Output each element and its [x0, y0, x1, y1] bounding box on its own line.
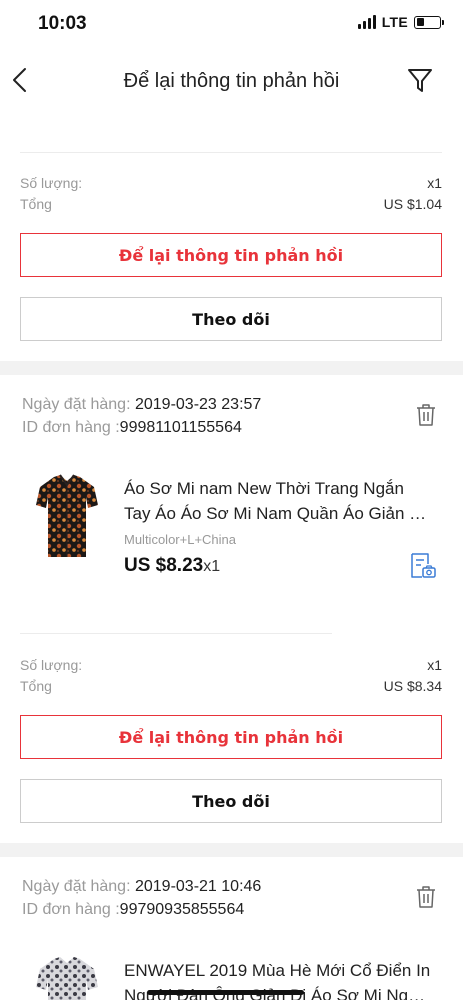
- order-date-value: 2019-03-21 10:46: [134, 878, 262, 895]
- product-price: US $8.23: [124, 555, 204, 576]
- photo-review-icon[interactable]: [409, 552, 437, 580]
- total-label: Tổng: [20, 678, 52, 694]
- quantity-row: Số lượng: x1: [20, 655, 442, 676]
- quantity-label: Số lượng:: [20, 175, 83, 191]
- order-meta: Ngày đặt hàng: 2019-03-21 10:46 ID đơn h…: [22, 875, 261, 921]
- order-date: Ngày đặt hàng: 2019-03-23 23:57: [22, 393, 261, 416]
- order-summary: Số lượng: x1 Tổng US $1.04: [20, 173, 442, 215]
- order-id-label: ID đơn hàng :: [22, 419, 120, 436]
- order-id-value: 99790935855564: [119, 901, 245, 918]
- order-id-label: ID đơn hàng :: [22, 901, 120, 918]
- product-title[interactable]: Áo Sơ Mi nam New Thời Trang Ngắn Tay Áo …: [124, 476, 434, 526]
- divider: [20, 152, 442, 153]
- status-bar: 10:03 LTE: [0, 0, 463, 46]
- order-date-label: Ngày đặt hàng:: [22, 878, 131, 895]
- order-date-label: Ngày đặt hàng:: [22, 396, 131, 413]
- quantity-label: Số lượng:: [20, 657, 83, 673]
- order-meta: Ngày đặt hàng: 2019-03-23 23:57 ID đơn h…: [22, 393, 261, 439]
- product-variant: Multicolor+L+China: [124, 532, 237, 547]
- home-indicator: [147, 990, 304, 995]
- status-time: 10:03: [38, 13, 87, 34]
- quantity-value: x1: [427, 175, 442, 191]
- product-info: Áo Sơ Mi nam New Thời Trang Ngắn Tay Áo …: [124, 476, 434, 577]
- product-image[interactable]: [36, 473, 98, 561]
- total-value: US $8.34: [383, 678, 442, 694]
- battery-icon: [414, 15, 444, 29]
- product-image[interactable]: [36, 955, 98, 1000]
- status-indicators: LTE: [357, 14, 444, 30]
- delete-order-icon[interactable]: [415, 885, 437, 909]
- quantity-row: Số lượng: x1: [20, 173, 442, 194]
- leave-feedback-button[interactable]: Để lại thông tin phản hồi: [20, 233, 442, 277]
- order-date-value: 2019-03-23 23:57: [134, 396, 262, 413]
- order-date: Ngày đặt hàng: 2019-03-21 10:46: [22, 875, 261, 898]
- order-id: ID đơn hàng :99981101155564: [22, 416, 261, 439]
- quantity-value: x1: [427, 657, 442, 673]
- total-label: Tổng: [20, 196, 52, 212]
- delete-order-icon[interactable]: [415, 403, 437, 427]
- section-separator: [0, 361, 463, 375]
- page-title: Để lại thông tin phản hồi: [123, 70, 340, 92]
- track-order-button[interactable]: Theo dõi: [20, 297, 442, 341]
- leave-feedback-button[interactable]: Để lại thông tin phản hồi: [20, 715, 442, 759]
- divider: [20, 633, 332, 634]
- network-type: LTE: [381, 14, 408, 30]
- cellular-signal-icon: [357, 15, 376, 29]
- product-quantity: x1: [203, 558, 221, 575]
- product-price-row: US $8.23x1: [124, 555, 434, 577]
- nav-header: Để lại thông tin phản hồi: [0, 46, 463, 116]
- order-summary: Số lượng: x1 Tổng US $8.34: [20, 655, 442, 697]
- filter-icon[interactable]: [405, 66, 435, 96]
- track-order-button[interactable]: Theo dõi: [20, 779, 442, 823]
- section-separator: [0, 843, 463, 857]
- order-id: ID đơn hàng :99790935855564: [22, 898, 261, 921]
- total-row: Tổng US $1.04: [20, 194, 442, 215]
- total-row: Tổng US $8.34: [20, 676, 442, 697]
- order-id-value: 99981101155564: [119, 419, 242, 436]
- battery-level: [416, 18, 425, 26]
- total-value: US $1.04: [383, 196, 442, 212]
